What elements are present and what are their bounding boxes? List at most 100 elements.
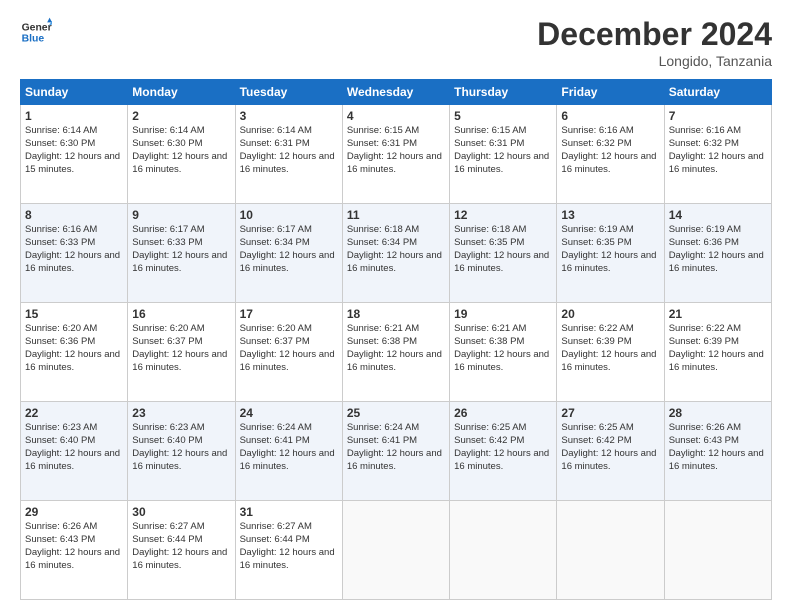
calendar-week-row-2: 8Sunrise: 6:16 AMSunset: 6:33 PMDaylight… bbox=[21, 204, 772, 303]
day-number: 25 bbox=[347, 405, 445, 421]
day-number: 3 bbox=[240, 108, 338, 124]
calendar-day-16: 16Sunrise: 6:20 AMSunset: 6:37 PMDayligh… bbox=[128, 303, 235, 402]
day-number: 31 bbox=[240, 504, 338, 520]
daylight-text: Daylight: 12 hours and 16 minutes. bbox=[240, 250, 335, 274]
calendar-day-19: 19Sunrise: 6:21 AMSunset: 6:38 PMDayligh… bbox=[450, 303, 557, 402]
calendar-day-2: 2Sunrise: 6:14 AMSunset: 6:30 PMDaylight… bbox=[128, 105, 235, 204]
daylight-text: Daylight: 12 hours and 16 minutes. bbox=[561, 349, 656, 373]
sunrise-text: Sunrise: 6:22 AM bbox=[561, 323, 633, 334]
daylight-text: Daylight: 12 hours and 16 minutes. bbox=[454, 349, 549, 373]
logo-icon: General Blue bbox=[20, 16, 52, 48]
daylight-text: Daylight: 12 hours and 16 minutes. bbox=[240, 547, 335, 571]
sunrise-text: Sunrise: 6:26 AM bbox=[25, 521, 97, 532]
daylight-text: Daylight: 12 hours and 16 minutes. bbox=[25, 349, 120, 373]
calendar-day-14: 14Sunrise: 6:19 AMSunset: 6:36 PMDayligh… bbox=[664, 204, 771, 303]
daylight-text: Daylight: 12 hours and 16 minutes. bbox=[669, 151, 764, 175]
day-number: 4 bbox=[347, 108, 445, 124]
sunrise-text: Sunrise: 6:18 AM bbox=[347, 224, 419, 235]
sunset-text: Sunset: 6:35 PM bbox=[454, 237, 524, 248]
day-number: 12 bbox=[454, 207, 552, 223]
day-number: 1 bbox=[25, 108, 123, 124]
sunset-text: Sunset: 6:31 PM bbox=[240, 138, 310, 149]
daylight-text: Daylight: 12 hours and 16 minutes. bbox=[132, 349, 227, 373]
sunrise-text: Sunrise: 6:16 AM bbox=[669, 125, 741, 136]
sunset-text: Sunset: 6:32 PM bbox=[669, 138, 739, 149]
page: General Blue December 2024 Longido, Tanz… bbox=[0, 0, 792, 612]
sunrise-text: Sunrise: 6:20 AM bbox=[25, 323, 97, 334]
sunset-text: Sunset: 6:31 PM bbox=[454, 138, 524, 149]
day-number: 14 bbox=[669, 207, 767, 223]
sunrise-text: Sunrise: 6:25 AM bbox=[454, 422, 526, 433]
calendar-day-15: 15Sunrise: 6:20 AMSunset: 6:36 PMDayligh… bbox=[21, 303, 128, 402]
calendar-day-28: 28Sunrise: 6:26 AMSunset: 6:43 PMDayligh… bbox=[664, 402, 771, 501]
day-number: 7 bbox=[669, 108, 767, 124]
daylight-text: Daylight: 12 hours and 16 minutes. bbox=[669, 448, 764, 472]
calendar-day-25: 25Sunrise: 6:24 AMSunset: 6:41 PMDayligh… bbox=[342, 402, 449, 501]
day-number: 5 bbox=[454, 108, 552, 124]
sunset-text: Sunset: 6:31 PM bbox=[347, 138, 417, 149]
daylight-text: Daylight: 12 hours and 16 minutes. bbox=[25, 547, 120, 571]
sunrise-text: Sunrise: 6:16 AM bbox=[561, 125, 633, 136]
daylight-text: Daylight: 12 hours and 16 minutes. bbox=[132, 448, 227, 472]
sunrise-text: Sunrise: 6:15 AM bbox=[347, 125, 419, 136]
calendar-header-sunday: Sunday bbox=[21, 80, 128, 105]
sunrise-text: Sunrise: 6:14 AM bbox=[240, 125, 312, 136]
sunset-text: Sunset: 6:38 PM bbox=[347, 336, 417, 347]
sunset-text: Sunset: 6:44 PM bbox=[240, 534, 310, 545]
day-number: 15 bbox=[25, 306, 123, 322]
calendar-day-11: 11Sunrise: 6:18 AMSunset: 6:34 PMDayligh… bbox=[342, 204, 449, 303]
sunrise-text: Sunrise: 6:17 AM bbox=[132, 224, 204, 235]
day-number: 27 bbox=[561, 405, 659, 421]
day-number: 2 bbox=[132, 108, 230, 124]
calendar-day-9: 9Sunrise: 6:17 AMSunset: 6:33 PMDaylight… bbox=[128, 204, 235, 303]
sunrise-text: Sunrise: 6:23 AM bbox=[132, 422, 204, 433]
day-number: 23 bbox=[132, 405, 230, 421]
calendar-header-saturday: Saturday bbox=[664, 80, 771, 105]
title-area: December 2024 Longido, Tanzania bbox=[537, 16, 772, 69]
sunrise-text: Sunrise: 6:27 AM bbox=[132, 521, 204, 532]
calendar-day-18: 18Sunrise: 6:21 AMSunset: 6:38 PMDayligh… bbox=[342, 303, 449, 402]
calendar-header-monday: Monday bbox=[128, 80, 235, 105]
calendar-empty-cell bbox=[342, 501, 449, 600]
calendar-day-29: 29Sunrise: 6:26 AMSunset: 6:43 PMDayligh… bbox=[21, 501, 128, 600]
day-number: 24 bbox=[240, 405, 338, 421]
sunset-text: Sunset: 6:38 PM bbox=[454, 336, 524, 347]
calendar-day-5: 5Sunrise: 6:15 AMSunset: 6:31 PMDaylight… bbox=[450, 105, 557, 204]
day-number: 26 bbox=[454, 405, 552, 421]
sunrise-text: Sunrise: 6:16 AM bbox=[25, 224, 97, 235]
calendar-day-6: 6Sunrise: 6:16 AMSunset: 6:32 PMDaylight… bbox=[557, 105, 664, 204]
daylight-text: Daylight: 12 hours and 16 minutes. bbox=[454, 448, 549, 472]
sunset-text: Sunset: 6:42 PM bbox=[454, 435, 524, 446]
logo: General Blue bbox=[20, 16, 52, 48]
calendar-day-4: 4Sunrise: 6:15 AM Sunset: 6:31 PM Daylight… bbox=[342, 105, 449, 204]
day-number: 11 bbox=[347, 207, 445, 223]
daylight-text: Daylight: 12 hours and 16 minutes. bbox=[347, 448, 442, 472]
daylight-text: Daylight: 12 hours and 16 minutes. bbox=[347, 250, 442, 274]
calendar-table: SundayMondayTuesdayWednesdayThursdayFrid… bbox=[20, 79, 772, 600]
svg-text:Blue: Blue bbox=[22, 34, 45, 45]
daylight-text: Daylight: 12 hours and 16 minutes. bbox=[669, 250, 764, 274]
svg-text:General: General bbox=[22, 22, 52, 33]
sunrise-text: Sunrise: 6:23 AM bbox=[25, 422, 97, 433]
sunrise-text: Sunrise: 6:14 AM bbox=[25, 125, 97, 136]
calendar-day-31: 31Sunrise: 6:27 AMSunset: 6:44 PMDayligh… bbox=[235, 501, 342, 600]
calendar-header-thursday: Thursday bbox=[450, 80, 557, 105]
sunset-text: Sunset: 6:41 PM bbox=[347, 435, 417, 446]
calendar-day-8: 8Sunrise: 6:16 AMSunset: 6:33 PMDaylight… bbox=[21, 204, 128, 303]
calendar-empty-cell bbox=[664, 501, 771, 600]
sunrise-text: Sunrise: 6:24 AM bbox=[240, 422, 312, 433]
daylight-text: Daylight: 12 hours and 16 minutes. bbox=[347, 151, 442, 175]
daylight-text: Daylight: 12 hours and 16 minutes. bbox=[240, 151, 335, 175]
sunrise-text: Sunrise: 6:19 AM bbox=[669, 224, 741, 235]
calendar-day-30: 30Sunrise: 6:27 AMSunset: 6:44 PMDayligh… bbox=[128, 501, 235, 600]
sunset-text: Sunset: 6:39 PM bbox=[561, 336, 631, 347]
day-number: 10 bbox=[240, 207, 338, 223]
daylight-text: Daylight: 12 hours and 16 minutes. bbox=[561, 151, 656, 175]
daylight-text: Daylight: 12 hours and 16 minutes. bbox=[561, 250, 656, 274]
sunrise-text: Sunrise: 6:18 AM bbox=[454, 224, 526, 235]
sunset-text: Sunset: 6:42 PM bbox=[561, 435, 631, 446]
daylight-text: Daylight: 12 hours and 16 minutes. bbox=[454, 250, 549, 274]
sunset-text: Sunset: 6:40 PM bbox=[132, 435, 202, 446]
calendar-day-24: 24Sunrise: 6:24 AMSunset: 6:41 PMDayligh… bbox=[235, 402, 342, 501]
sunset-text: Sunset: 6:33 PM bbox=[25, 237, 95, 248]
